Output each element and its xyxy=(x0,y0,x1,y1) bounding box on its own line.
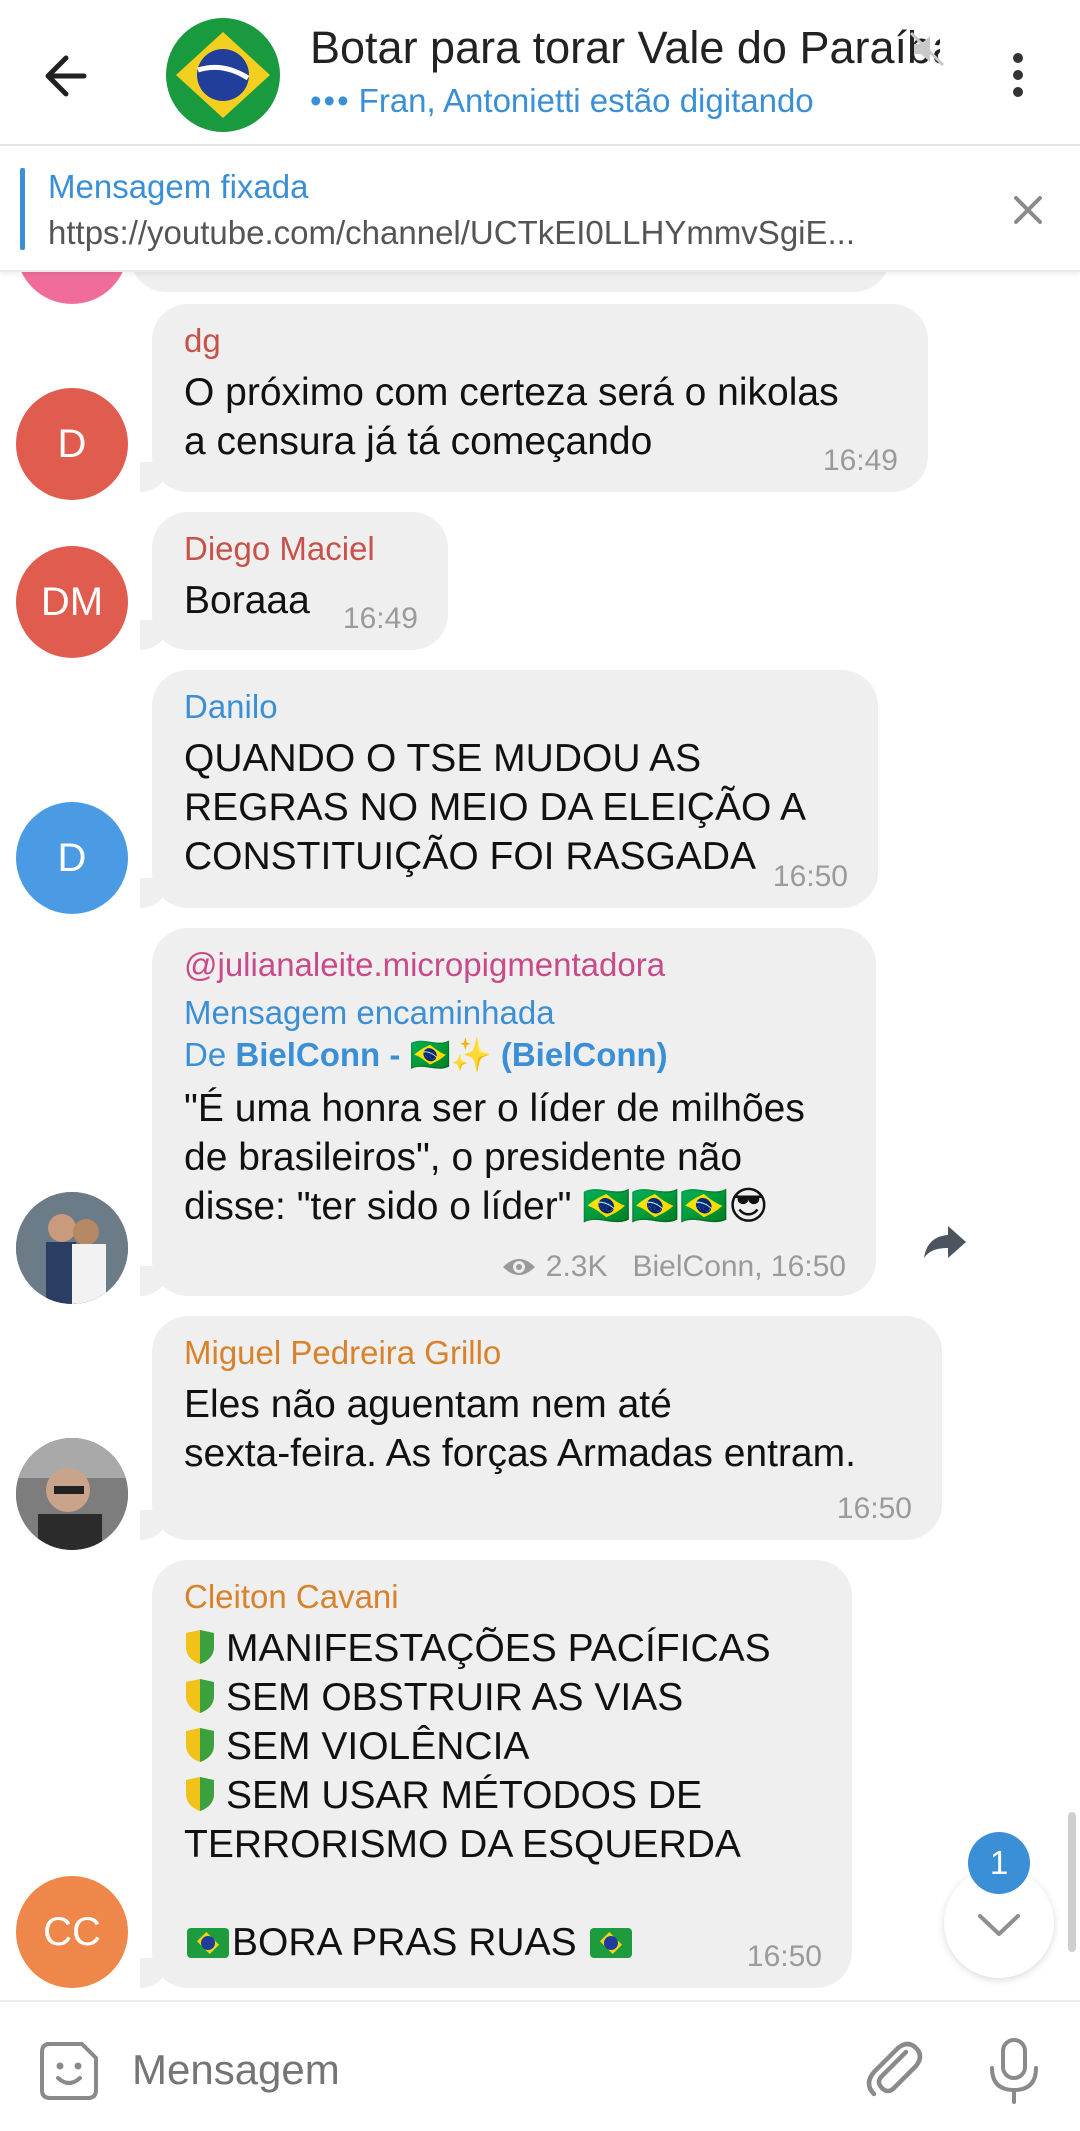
sender-name[interactable]: dg xyxy=(184,322,896,360)
share-arrow-icon[interactable] xyxy=(922,1222,968,1262)
message-input[interactable] xyxy=(132,2038,832,2102)
message-time: 16:50 xyxy=(746,1940,822,1973)
message-line: de brasileiros", o presidente não xyxy=(184,1136,743,1179)
sender-name[interactable]: Miguel Pedreira Grillo xyxy=(184,1334,910,1372)
message-line: disse: "ter sido o líder" 🇧🇷🇧🇷🇧🇷😎 xyxy=(184,1185,769,1228)
message-line-text: MANIFESTAÇÕES PACÍFICAS xyxy=(226,1627,771,1670)
typing-status: ••• Fran, Antonietti estão digitando xyxy=(310,82,814,120)
message-bubble-partial xyxy=(130,272,890,292)
message-line: SEM USAR MÉTODOS DE xyxy=(184,1771,820,1820)
message-time: 16:50 xyxy=(772,860,848,893)
message-input-bar xyxy=(0,2000,1080,2131)
signature-time: BielConn, 16:50 xyxy=(632,1250,847,1283)
pinned-text: https://youtube.com/channel/UCTkEI0LLHYm… xyxy=(48,214,856,251)
message-line: Eles não aguentam nem até xyxy=(184,1383,672,1426)
avatar-photo[interactable] xyxy=(16,1192,128,1304)
pinned-title: Mensagem fixada xyxy=(48,168,309,205)
forwarded-label: Mensagem encaminhada xyxy=(184,994,555,1031)
message-time: 16:49 xyxy=(342,602,418,635)
message-bubble[interactable]: dg O próximo com certeza será o nikolas … xyxy=(140,304,928,492)
shield-icon xyxy=(186,1679,214,1713)
shield-icon xyxy=(186,1728,214,1762)
unread-badge: 1 xyxy=(968,1832,1030,1894)
message-line: TERRORISMO DA ESQUERDA xyxy=(184,1823,741,1866)
avatar[interactable]: CC xyxy=(16,1876,128,1988)
pinned-message[interactable]: Mensagem fixada https://youtube.com/chan… xyxy=(0,148,1080,272)
sender-name[interactable]: Cleiton Cavani xyxy=(184,1578,820,1616)
bubble-tail xyxy=(140,878,170,908)
avatar[interactable]: DM xyxy=(16,546,128,658)
sender-name[interactable]: Diego Maciel xyxy=(184,530,416,568)
message-time: 16:50 xyxy=(836,1492,912,1525)
sender-name[interactable]: Danilo xyxy=(184,688,846,726)
message-line: QUANDO O TSE MUDOU AS xyxy=(184,737,702,780)
message-bubble[interactable]: Miguel Pedreira Grillo Eles não aguentam… xyxy=(140,1316,942,1540)
chat-header: Botar para torar Vale do Paraíba ••• Fran… xyxy=(0,0,1080,146)
avatar-partial xyxy=(16,272,128,304)
eye-icon xyxy=(503,1259,536,1275)
group-avatar[interactable] xyxy=(166,18,280,132)
message-line: REGRAS NO MEIO DA ELEIÇÃO A xyxy=(184,786,807,829)
message-line-text: SEM OBSTRUIR AS VIAS xyxy=(226,1676,684,1719)
brazil-flag-icon xyxy=(187,1928,229,1958)
kebab-menu-icon[interactable] xyxy=(1000,50,1036,100)
pinned-accent-bar xyxy=(20,168,25,250)
message-line-text: SEM USAR MÉTODOS DE xyxy=(226,1774,703,1817)
arrow-left-icon[interactable] xyxy=(36,44,100,108)
views-count: 2.3K xyxy=(545,1250,608,1283)
message-bubble[interactable]: Cleiton Cavani MANIFESTAÇÕES PACÍFICAS S… xyxy=(140,1560,852,1988)
paperclip-icon[interactable] xyxy=(862,2036,926,2102)
bubble-tail xyxy=(140,1266,170,1296)
bubble-tail xyxy=(140,462,170,492)
avatar-initials: CC xyxy=(43,1910,101,1954)
forwarded-from-name[interactable]: BielConn - 🇧🇷✨ (BielConn) xyxy=(235,1036,667,1073)
message-line: BORA PRAS RUAS xyxy=(184,1918,820,1967)
bubble-tail xyxy=(140,620,170,650)
typing-text: Fran, Antonietti estão digitando xyxy=(358,82,814,119)
message-line: "É uma honra ser o líder de milhões xyxy=(184,1087,805,1130)
message-line: sexta-feira. As forças Armadas entram. xyxy=(184,1432,856,1475)
message-line: CONSTITUIÇÃO FOI RASGADA xyxy=(184,835,757,878)
avatar[interactable]: D xyxy=(16,388,128,500)
avatar-initials: D xyxy=(57,422,87,466)
forwarded-from[interactable]: De BielConn - 🇧🇷✨ (BielConn) xyxy=(184,1034,844,1076)
chat-title[interactable]: Botar para torar Vale do Paraíba xyxy=(310,22,940,74)
scrollbar-thumb[interactable] xyxy=(1068,1812,1076,1952)
avatar[interactable]: D xyxy=(16,802,128,914)
message-line-text: BORA PRAS RUAS xyxy=(232,1921,577,1964)
message-list[interactable]: D dg O próximo com certeza será o nikola… xyxy=(0,272,1080,2000)
message-line: SEM OBSTRUIR AS VIAS xyxy=(184,1673,820,1722)
message-time: 16:49 xyxy=(822,444,898,477)
microphone-icon[interactable] xyxy=(986,2036,1042,2106)
shield-icon xyxy=(186,1777,214,1811)
message-bubble[interactable]: Diego Maciel Boraaa 16:49 xyxy=(140,512,448,650)
bubble-tail xyxy=(140,1510,170,1540)
message-line: O próximo com certeza será o nikolas xyxy=(184,371,839,414)
forwarded-from-prefix: De xyxy=(184,1036,227,1073)
avatar-initials: DM xyxy=(40,580,104,624)
shield-icon xyxy=(186,1630,214,1664)
message-line: a censura já tá começando xyxy=(184,420,653,463)
muted-speaker-icon xyxy=(909,31,945,67)
typing-dots: ••• xyxy=(310,82,351,119)
brazil-flag-icon xyxy=(590,1928,633,1958)
message-line: SEM VIOLÊNCIA xyxy=(184,1722,820,1771)
message-bubble-forwarded[interactable]: @julianaleite.micropigmentadora Mensagem… xyxy=(140,928,876,1296)
sticker-emoji-icon[interactable] xyxy=(36,2038,102,2104)
avatar-initials: D xyxy=(57,836,87,880)
message-bubble[interactable]: Danilo QUANDO O TSE MUDOU AS REGRAS NO M… xyxy=(140,670,878,908)
message-meta: 2.3K BielConn, 16:50 xyxy=(501,1250,846,1284)
bubble-tail xyxy=(140,1958,170,1988)
message-line-text: SEM VIOLÊNCIA xyxy=(226,1725,530,1768)
avatar-photo[interactable] xyxy=(16,1438,128,1550)
sender-name[interactable]: @julianaleite.micropigmentadora xyxy=(184,946,844,984)
message-line: MANIFESTAÇÕES PACÍFICAS xyxy=(184,1624,820,1673)
close-icon[interactable] xyxy=(1008,190,1048,230)
